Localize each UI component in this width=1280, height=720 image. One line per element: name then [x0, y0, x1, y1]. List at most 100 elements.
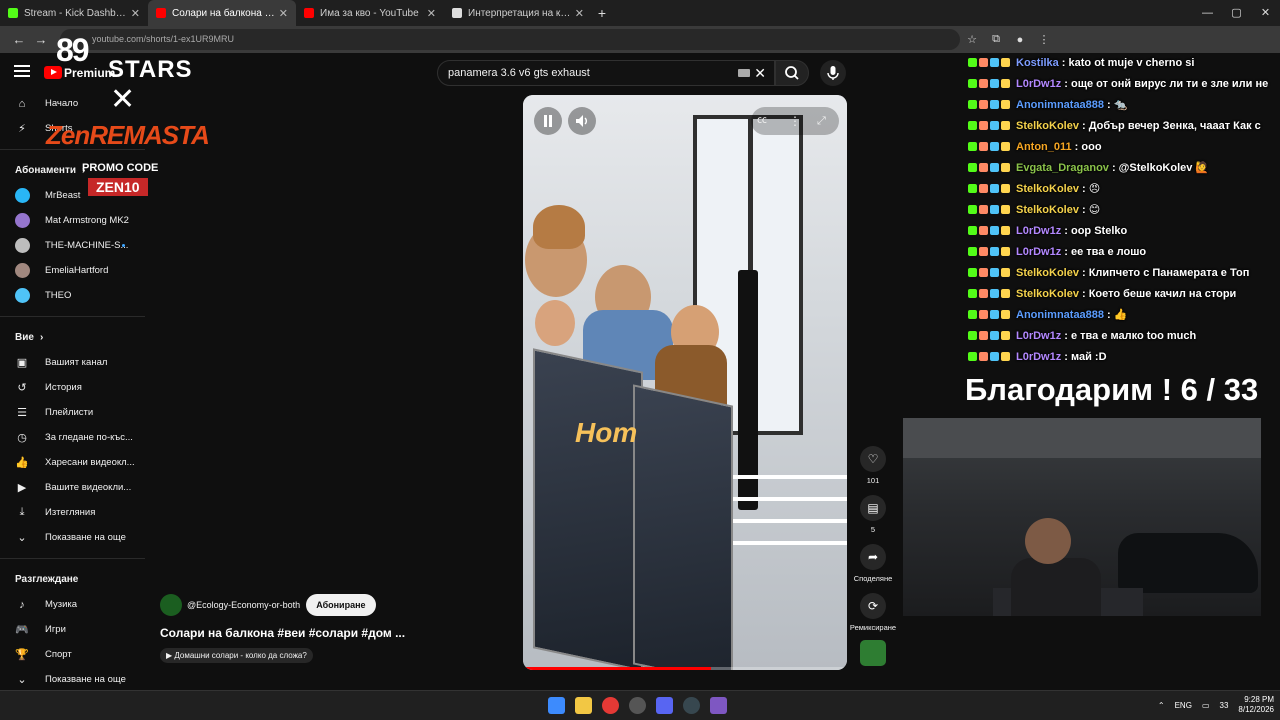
channel-avatar[interactable]: [160, 594, 182, 616]
app-icon[interactable]: [683, 697, 700, 714]
chat-badge-icon: [990, 163, 999, 172]
chat-username[interactable]: StelkoKolev: [1016, 183, 1079, 195]
channel-handle[interactable]: @Ecology-Economy-or-both: [187, 600, 300, 610]
promo-stars: STARS: [108, 56, 193, 83]
tab-close-icon[interactable]: ✕: [279, 7, 288, 20]
sidebar-item[interactable]: ▶ Вашите видеокли...: [0, 475, 145, 500]
chat-badges: [968, 289, 1012, 298]
video-overlay-brand: Hom: [575, 417, 638, 448]
playlist-chip[interactable]: ▶ Домашни солари - колко да сложа?: [160, 648, 313, 663]
maximize-icon[interactable]: ▢: [1222, 0, 1251, 26]
tab-close-icon[interactable]: ✕: [575, 7, 584, 20]
sidebar-item[interactable]: ⌄ Показване на още: [0, 667, 145, 692]
pause-button[interactable]: [534, 107, 562, 135]
chat-username[interactable]: L0rDw1z: [1016, 78, 1061, 90]
sidebar-item[interactable]: ⌄ Показване на още: [0, 525, 145, 550]
clock[interactable]: 9:28 PM 8/12/2026: [1238, 695, 1274, 715]
sidebar-subscription[interactable]: EmeliaHartford: [0, 258, 145, 283]
subscription-label: THEO: [45, 290, 72, 301]
browser-tab[interactable]: Stream - Kick Dashboard ✕: [0, 0, 148, 26]
you-header[interactable]: Вие ›: [0, 325, 145, 350]
chat-username[interactable]: L0rDw1z: [1016, 246, 1061, 258]
channel-icon: ▣: [16, 357, 28, 369]
minimize-icon[interactable]: —: [1193, 0, 1222, 26]
new-tab-button[interactable]: +: [592, 5, 612, 21]
profile-icon[interactable]: ●: [1008, 34, 1032, 46]
chat-username[interactable]: StelkoKolev: [1016, 120, 1079, 132]
channel-thumbnail[interactable]: [860, 640, 886, 666]
chat-badges: [968, 142, 1012, 151]
chat-username[interactable]: L0rDw1z: [1016, 351, 1061, 363]
chrome-icon[interactable]: [602, 697, 619, 714]
sidebar-item[interactable]: 🏆 Спорт: [0, 642, 145, 667]
chat-badge-icon: [990, 205, 999, 214]
network-icon[interactable]: ▭: [1202, 701, 1210, 710]
obs-icon[interactable]: [629, 697, 646, 714]
keyboard-icon[interactable]: [738, 69, 750, 77]
menu-hamburger-icon[interactable]: [14, 65, 30, 77]
chat-username[interactable]: Anonimnataa888: [1016, 99, 1104, 111]
start-icon[interactable]: [548, 697, 565, 714]
chat-username[interactable]: L0rDw1z: [1016, 330, 1061, 342]
sidebar-item[interactable]: 👍 Харесани видеокл...: [0, 450, 145, 475]
chat-username[interactable]: StelkoKolev: [1016, 267, 1079, 279]
browser-tab[interactable]: Солари на балкона #веи # ✕: [148, 0, 296, 26]
tab-close-icon[interactable]: ✕: [131, 7, 140, 20]
tray-chevron-icon[interactable]: ⌃: [1158, 701, 1165, 710]
bookmark-icon[interactable]: ☆: [960, 33, 984, 46]
more-options-icon[interactable]: ⋮: [789, 107, 801, 135]
shorts-video-player[interactable]: Hom ㏄ ⋮ ⤢: [523, 95, 847, 670]
chat-message: L0rDw1z: май :D: [968, 346, 1280, 367]
chat-username[interactable]: StelkoKolev: [1016, 204, 1079, 216]
fullscreen-icon[interactable]: ⤢: [817, 107, 826, 135]
browser-tab[interactable]: Интерпретация на клип ✕: [444, 0, 592, 26]
captions-icon[interactable]: ㏄: [757, 107, 767, 135]
sidebar-item[interactable]: ◷ За гледане по-къс...: [0, 425, 145, 450]
remix-button[interactable]: ⟳: [860, 593, 886, 619]
sidebar-item[interactable]: ▣ Вашият канал: [0, 350, 145, 375]
language-indicator[interactable]: ENG: [1175, 701, 1192, 710]
chat-username[interactable]: Kostilka: [1016, 57, 1059, 69]
chat-username[interactable]: StelkoKolev: [1016, 288, 1079, 300]
browser-tab[interactable]: Има за кво - YouTube ✕: [296, 0, 444, 26]
file-explorer-icon[interactable]: [575, 697, 592, 714]
sidebar-item[interactable]: 🎮 Игри: [0, 617, 145, 642]
close-window-icon[interactable]: ✕: [1251, 0, 1280, 26]
grid-app-icon[interactable]: [710, 697, 727, 714]
extensions-icon[interactable]: ⧉: [984, 33, 1008, 46]
discord-icon[interactable]: [656, 697, 673, 714]
chat-badge-icon: [979, 310, 988, 319]
chat-badges: [968, 121, 1012, 130]
tab-close-icon[interactable]: ✕: [427, 7, 436, 20]
sidebar-item[interactable]: ↺ История: [0, 375, 145, 400]
chat-badges: [968, 352, 1012, 361]
search-button[interactable]: [775, 60, 809, 86]
system-tray: ⌃ ENG ▭ 33 9:28 PM 8/12/2026: [1148, 695, 1274, 715]
chat-username[interactable]: Anonimnataa888: [1016, 309, 1104, 321]
subscribe-button[interactable]: Абониране: [306, 594, 376, 616]
like-button[interactable]: ♡: [860, 446, 886, 472]
sidebar-item[interactable]: ☰ Плейлисти: [0, 400, 145, 425]
chat-badge-icon: [979, 163, 988, 172]
video-title[interactable]: Солари на балкона #веи #солари #дом ...: [160, 626, 520, 640]
sidebar-item[interactable]: ⤓ Изтегляния: [0, 500, 145, 525]
menu-icon[interactable]: ⋮: [1032, 33, 1056, 46]
chat-username[interactable]: Evgata_Draganov: [1016, 162, 1109, 174]
chat-username[interactable]: Anton_011: [1016, 141, 1072, 153]
video-progress-bar[interactable]: [523, 667, 847, 670]
sidebar-subscription[interactable]: Mat Armstrong MK2: [0, 208, 145, 233]
volume-level[interactable]: 33: [1220, 701, 1229, 710]
tab-label: Солари на балкона #веи #: [172, 7, 275, 19]
comments-button[interactable]: ▤: [860, 495, 886, 521]
volume-button[interactable]: [568, 107, 596, 135]
voice-search-button[interactable]: [820, 60, 846, 86]
chat-username[interactable]: L0rDw1z: [1016, 225, 1061, 237]
clear-search-icon[interactable]: ✕: [754, 61, 766, 85]
chat-separator: :: [1081, 182, 1089, 195]
sidebar-subscription[interactable]: THE-MACHINE-S...: [0, 233, 145, 258]
sidebar-item[interactable]: ♪ Музика: [0, 592, 145, 617]
search-input[interactable]: panamera 3.6 v6 gts exhaust ✕: [437, 60, 775, 86]
share-button[interactable]: ➦: [860, 544, 886, 570]
sidebar-subscription[interactable]: THEO: [0, 283, 145, 308]
back-icon[interactable]: ←: [8, 32, 30, 47]
